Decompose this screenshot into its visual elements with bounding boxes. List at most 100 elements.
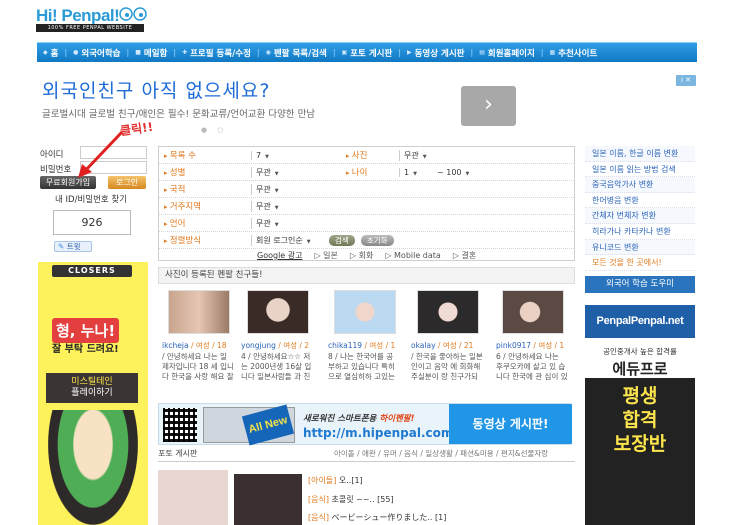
penpal-card[interactable]: chika119 / 여성 / 1 8 / 나는 한국어를 공부하고 있습니다 …	[328, 290, 400, 382]
photo-section-header: 사진이 등록된 펜팔 친구들!	[158, 267, 575, 284]
gender-select[interactable]: 무관	[251, 166, 341, 178]
play-game-button[interactable]: 미스틸테인 플레이하기	[46, 373, 138, 403]
google-ads-link[interactable]: Google 광고	[257, 250, 302, 261]
visitor-counter: 926	[53, 210, 131, 235]
ad-carousel-dots[interactable]: ● ○	[201, 126, 227, 134]
language-label: 언어	[159, 217, 251, 229]
qr-code-icon	[163, 408, 197, 442]
list-count-select[interactable]: 7	[251, 150, 341, 160]
tab-japan[interactable]: ▷ 일본	[314, 250, 337, 261]
game-character-image	[48, 410, 138, 525]
mobile-site-banner[interactable]: All New 새로워진 스마트폰용 하이펜팔! http://m.hipenp…	[158, 403, 572, 446]
closers-logo: CLOSERS	[52, 265, 132, 277]
sort-select[interactable]: 회원 로그인순	[251, 234, 317, 246]
ad-title[interactable]: 외국인친구 아직 없으세요?	[42, 76, 270, 103]
link-all-in-one[interactable]: 모든 것을 한 곳에서!	[585, 255, 695, 271]
language-select[interactable]: 무관	[251, 217, 301, 229]
photo-board-categories[interactable]: 아이돌 / 애완 / 유머 / 음식 / 일상생활 / 패션&미용 / 편지&선…	[334, 448, 548, 459]
photo-select[interactable]: 무관	[399, 149, 427, 161]
link-japanese-reading[interactable]: 일본 이름 읽는 방법 검색	[585, 162, 695, 178]
logo-subtitle: 100% FREE PENPAL WEBSITE	[36, 24, 144, 32]
camera-icon: ▣	[341, 49, 348, 56]
language-helper-button[interactable]: 외국어 학습 도우미	[585, 276, 695, 293]
mobile-tagline: 새로워진 스마트폰용 하이펜팔!	[303, 414, 415, 424]
link-chinese-lyrics[interactable]: 중국음악가사 변환	[585, 177, 695, 193]
profile-photo[interactable]	[168, 290, 230, 334]
link-unicode[interactable]: 유니코드 변환	[585, 239, 695, 256]
board-post[interactable]: [음식] 초콜릿 ~~.. [55]	[308, 494, 394, 505]
penpalpenpal-banner[interactable]: PenpalPenpal.net	[585, 305, 695, 338]
search-tabs: Google 광고 ▷ 일본 ▷ 회화 ▷ Mobile data ▷ 결혼	[159, 247, 574, 264]
video-board-banner[interactable]: 동영상 게시판!	[449, 404, 572, 444]
link-hiragana-katakana[interactable]: 히라가나 카타카나 변환	[585, 224, 695, 240]
nav-mailbox[interactable]: ■ 메일함	[129, 47, 173, 59]
mail-icon: ■	[135, 49, 141, 56]
twitter-icon: ✎	[58, 242, 65, 251]
board-post[interactable]: [아이돌] 오..[1]	[308, 475, 363, 486]
id-label: 아이디	[40, 150, 64, 160]
ad-next-button[interactable]: ›	[461, 86, 516, 126]
reset-button[interactable]: 초기화	[360, 234, 394, 246]
gender-label: 성별	[159, 166, 251, 178]
penpal-card[interactable]: yongjung / 여성 / 2 4 / 안녕하세요☆☆ 저는 2000년생 …	[241, 290, 313, 382]
home-icon: ◆	[43, 49, 48, 56]
edupro-headline: 평생 합격 보장반	[613, 385, 667, 455]
ad-subline: 잘 부탁 드려요!	[52, 344, 119, 355]
region-label: 거주지역	[159, 200, 251, 212]
nav-photo-board[interactable]: ▣ 포토 게시판	[336, 47, 399, 59]
link-pinyin[interactable]: 한어병음 변환	[585, 193, 695, 209]
tweet-button[interactable]: ✎ 트윗	[54, 241, 92, 252]
edupro-top: 공인중개사 높은 합격률 에듀프로	[585, 342, 695, 378]
nav-member-home[interactable]: ▤ 회원홈페이지	[473, 47, 541, 59]
nav-recommended[interactable]: ▦ 추천사이트	[544, 47, 604, 59]
photo-label: 사진	[341, 149, 399, 161]
region-select[interactable]: 무관	[251, 200, 411, 212]
find-id-password-link[interactable]: 내 ID/비밀번호 찾기	[55, 193, 127, 205]
logo-eyes-icon	[119, 7, 147, 21]
penpal-card[interactable]: ikcheja / 여성 / 18 / 안녕하세요 나는 일 제자입니다 18 …	[162, 290, 234, 382]
nav-home[interactable]: ◆ 홈	[37, 47, 64, 59]
sort-label: 정렬방식	[159, 234, 251, 246]
tool-links-list: 일본 이름, 한글 이름 변환 일본 이름 읽는 방법 검색 중국음악가사 변환…	[585, 146, 695, 271]
profile-photo[interactable]	[417, 290, 479, 334]
age-max-select[interactable]: ~ 100	[433, 168, 469, 177]
main-nav: ◆ 홈 | ● 외국어학습 | ■ 메일함 | ✚ 프로필 등록/수정 | ◉ 펜팔 목록…	[37, 42, 697, 62]
board-post[interactable]: [음식] ベービーシュー作りました.. [1]	[308, 512, 446, 523]
link-simplified-traditional[interactable]: 간체자 번체자 변환	[585, 208, 695, 224]
age-min-select[interactable]: 1	[399, 167, 433, 177]
photo-board-title[interactable]: 포토 게시판	[158, 449, 197, 458]
nav-video-board[interactable]: ▶ 동영상 게시판	[401, 47, 471, 59]
penpal-card[interactable]: pink0917 / 여성 / 1 6 / 안녕하세요 나는 후쿠오카에 살고 …	[496, 290, 568, 382]
nationality-select[interactable]: 무관	[251, 183, 411, 195]
closers-game-ad[interactable]: CLOSERS 형, 누나! 잘 부탁 드려요! 미스틸테인 플레이하기	[38, 262, 148, 525]
home-page-icon: ▤	[479, 49, 485, 56]
nationality-label: 국적	[159, 183, 251, 195]
penpal-card[interactable]: okalay / 여성 / 21 / 한국을 좋아하는 일본인이고 음악 에 회…	[411, 290, 483, 382]
list-count-label: 목록 수	[159, 149, 251, 161]
edupro-ad[interactable]: 공인중개사 높은 합격률 에듀프로 평생 합격 보장반	[585, 342, 695, 525]
bullet-icon: ●	[73, 49, 79, 56]
age-label: 나이	[341, 166, 399, 178]
tab-marriage[interactable]: ▷ 결혼	[453, 250, 476, 261]
site-logo[interactable]: Hi! Penpal!	[36, 6, 120, 26]
profile-photo[interactable]	[502, 290, 564, 334]
video-icon: ▶	[406, 49, 412, 56]
board-thumbnail[interactable]	[234, 474, 302, 525]
password-label: 비밀번호	[40, 165, 72, 175]
link-japanese-name[interactable]: 일본 이름, 한글 이름 변환	[585, 146, 695, 162]
profile-photo[interactable]	[247, 290, 309, 334]
tab-conversation[interactable]: ▷ 회화	[350, 250, 373, 261]
click-annotation: 클릭!!	[119, 119, 154, 139]
penpal-search-panel: 목록 수 7 사진 무관 성별 무관 나이 1 ~ 100 국적 무관 거주지역…	[158, 146, 575, 261]
nav-language[interactable]: ● 외국어학습	[67, 47, 126, 59]
nav-penpal-list[interactable]: ◉ 펜팔 목록/검색	[260, 47, 333, 59]
search-button[interactable]: 검색	[329, 234, 355, 246]
tab-mobile-data[interactable]: ▷ Mobile data	[385, 251, 441, 260]
board-thumbnail[interactable]	[158, 470, 228, 525]
profile-photo[interactable]	[334, 290, 396, 334]
plus-icon: ✚	[182, 49, 188, 56]
mobile-url[interactable]: http://m.hipenpal.com	[303, 426, 453, 440]
nav-profile[interactable]: ✚ 프로필 등록/수정	[176, 47, 257, 59]
ad-info-icon[interactable]: i ✕	[676, 75, 696, 86]
ad-text[interactable]: 글로벌시대 글로벌 친구/애인은 필수! 문화교류/언어교환 다양한 만남	[42, 106, 315, 120]
